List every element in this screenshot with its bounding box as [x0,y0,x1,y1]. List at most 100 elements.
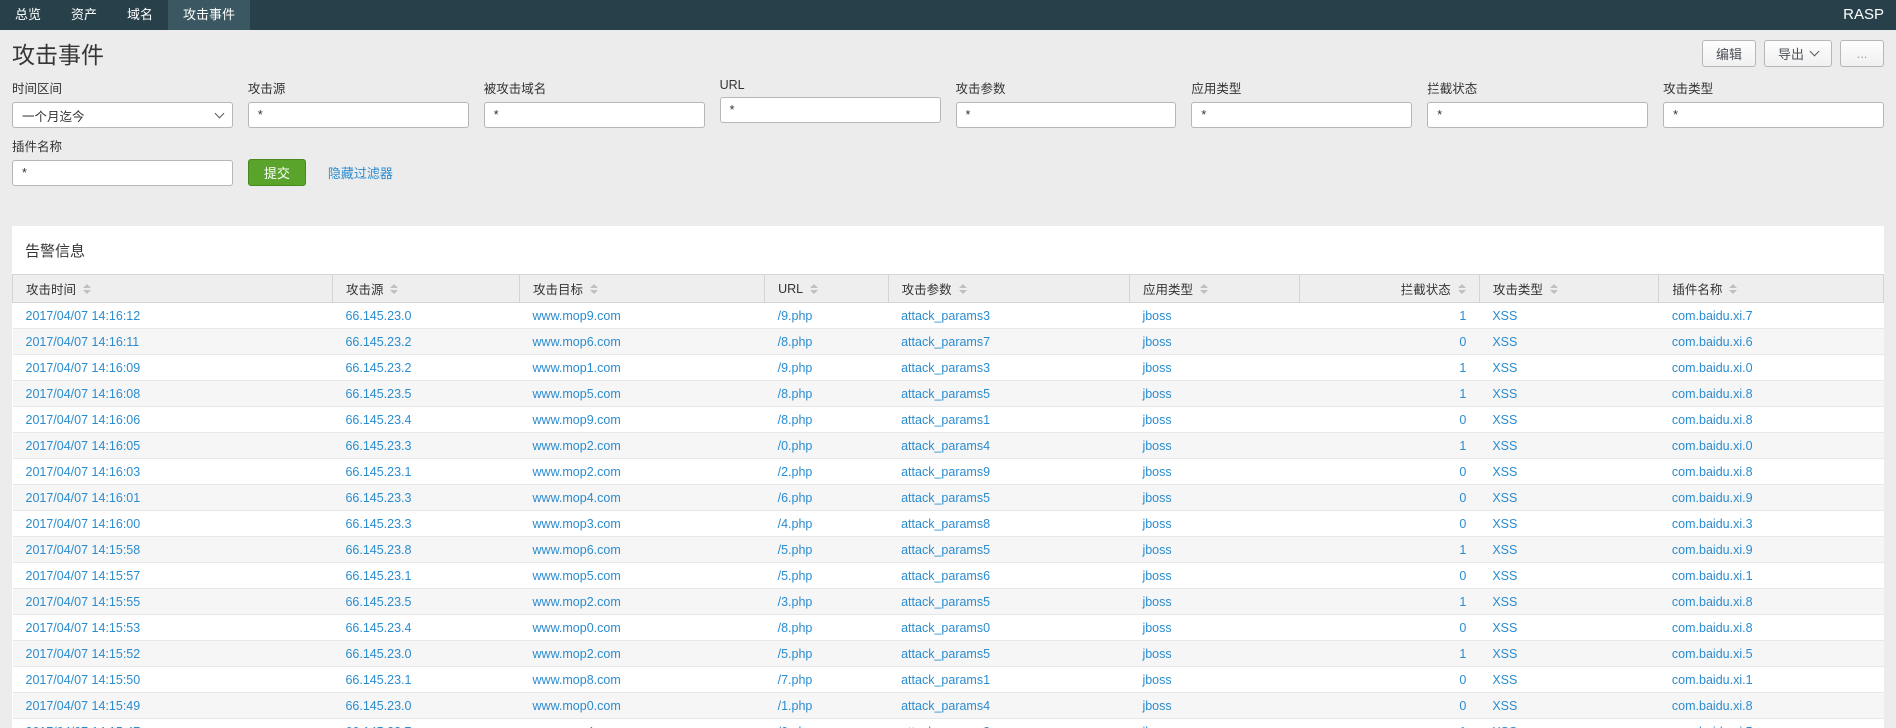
cell-link-block-status[interactable]: 1 [1459,647,1466,661]
cell-link-attack-type[interactable]: XSS [1492,465,1517,479]
cell-link-attack-target[interactable]: www.mop8.com [533,673,621,687]
cell-link-url[interactable]: /8.php [778,335,813,349]
cell-link-plugin-name[interactable]: com.baidu.xi.8 [1672,621,1753,635]
cell-link-attack-source[interactable]: 66.145.23.5 [345,387,411,401]
cell-link-app-type[interactable]: jboss [1142,699,1171,713]
cell-link-attack-type[interactable]: XSS [1492,543,1517,557]
cell-link-attack-time[interactable]: 2017/04/07 14:16:05 [26,439,141,453]
cell-link-attack-target[interactable]: www.mop5.com [533,569,621,583]
cell-link-url[interactable]: /1.php [778,699,813,713]
cell-link-attack-source[interactable]: 66.145.23.3 [345,439,411,453]
cell-link-attack-time[interactable]: 2017/04/07 14:15:49 [26,699,141,713]
cell-link-block-status[interactable]: 0 [1459,413,1466,427]
cell-link-attack-params[interactable]: attack_params4 [901,439,990,453]
cell-link-block-status[interactable]: 1 [1459,543,1466,557]
cell-link-url[interactable]: /8.php [778,413,813,427]
cell-link-attack-type[interactable]: XSS [1492,569,1517,583]
cell-link-attack-params[interactable]: attack_params7 [901,335,990,349]
cell-link-plugin-name[interactable]: com.baidu.xi.8 [1672,465,1753,479]
cell-link-block-status[interactable]: 0 [1459,335,1466,349]
cell-link-attack-time[interactable]: 2017/04/07 14:16:09 [26,361,141,375]
cell-link-attack-type[interactable]: XSS [1492,335,1517,349]
cell-link-attack-type[interactable]: XSS [1492,361,1517,375]
cell-link-attack-time[interactable]: 2017/04/07 14:16:12 [26,309,141,323]
cell-link-attack-source[interactable]: 66.145.23.0 [345,699,411,713]
cell-link-app-type[interactable]: jboss [1142,465,1171,479]
filter-plugin-name-input[interactable] [12,160,233,186]
cell-link-attack-source[interactable]: 66.145.23.0 [345,309,411,323]
nav-tab-attack-events[interactable]: 攻击事件 [168,0,250,30]
cell-link-attack-target[interactable]: www.mop4.com [533,491,621,505]
submit-button[interactable]: 提交 [248,159,306,186]
cell-link-attack-target[interactable]: www.mop6.com [533,335,621,349]
cell-link-attack-source[interactable]: 66.145.23.7 [345,725,411,728]
cell-link-plugin-name[interactable]: com.baidu.xi.0 [1672,439,1753,453]
cell-link-block-status[interactable]: 0 [1459,465,1466,479]
cell-link-attack-type[interactable]: XSS [1492,439,1517,453]
cell-link-attack-target[interactable]: www.mop6.com [533,543,621,557]
cell-link-block-status[interactable]: 0 [1459,673,1466,687]
cell-link-attack-target[interactable]: www.mop0.com [533,699,621,713]
cell-link-attack-params[interactable]: attack_params3 [901,361,990,375]
column-header-attack-source[interactable]: 攻击源 [332,275,519,303]
cell-link-app-type[interactable]: jboss [1142,543,1171,557]
cell-link-attack-source[interactable]: 66.145.23.5 [345,595,411,609]
cell-link-attack-type[interactable]: XSS [1492,725,1517,728]
column-header-attack-time[interactable]: 攻击时间 [13,275,333,303]
cell-link-block-status[interactable]: 1 [1459,309,1466,323]
cell-link-attack-time[interactable]: 2017/04/07 14:16:01 [26,491,141,505]
cell-link-app-type[interactable]: jboss [1142,569,1171,583]
cell-link-attack-params[interactable]: attack_params5 [901,543,990,557]
filter-attack-type-input[interactable] [1663,102,1884,128]
cell-link-url[interactable]: /9.php [778,361,813,375]
cell-link-attack-params[interactable]: attack_params6 [901,569,990,583]
cell-link-app-type[interactable]: jboss [1142,361,1171,375]
cell-link-attack-time[interactable]: 2017/04/07 14:15:52 [26,647,141,661]
cell-link-block-status[interactable]: 1 [1459,725,1466,728]
cell-link-attack-type[interactable]: XSS [1492,491,1517,505]
cell-link-plugin-name[interactable]: com.baidu.xi.8 [1672,699,1753,713]
cell-link-attack-source[interactable]: 66.145.23.3 [345,517,411,531]
cell-link-attack-source[interactable]: 66.145.23.3 [345,491,411,505]
cell-link-plugin-name[interactable]: com.baidu.xi.6 [1672,335,1753,349]
cell-link-app-type[interactable]: jboss [1142,595,1171,609]
cell-link-block-status[interactable]: 0 [1459,517,1466,531]
cell-link-attack-time[interactable]: 2017/04/07 14:15:55 [26,595,141,609]
cell-link-attack-type[interactable]: XSS [1492,309,1517,323]
nav-tab-assets[interactable]: 资产 [56,0,112,30]
cell-link-attack-time[interactable]: 2017/04/07 14:15:47 [26,725,141,728]
cell-link-block-status[interactable]: 1 [1459,439,1466,453]
cell-link-block-status[interactable]: 1 [1459,361,1466,375]
cell-link-plugin-name[interactable]: com.baidu.xi.9 [1672,543,1753,557]
cell-link-attack-type[interactable]: XSS [1492,621,1517,635]
cell-link-app-type[interactable]: jboss [1142,439,1171,453]
nav-tab-overview[interactable]: 总览 [0,0,56,30]
cell-link-app-type[interactable]: jboss [1142,309,1171,323]
cell-link-plugin-name[interactable]: com.baidu.xi.1 [1672,569,1753,583]
column-header-url[interactable]: URL [765,275,888,303]
cell-link-app-type[interactable]: jboss [1142,725,1171,728]
cell-link-attack-params[interactable]: attack_params5 [901,387,990,401]
cell-link-attack-source[interactable]: 66.145.23.0 [345,647,411,661]
column-header-attack-params[interactable]: 攻击参数 [888,275,1129,303]
cell-link-url[interactable]: /8.php [778,387,813,401]
cell-link-attack-type[interactable]: XSS [1492,517,1517,531]
cell-link-attack-target[interactable]: www.mop1.com [533,361,621,375]
cell-link-attack-target[interactable]: www.mop2.com [533,439,621,453]
cell-link-url[interactable]: /4.php [778,517,813,531]
cell-link-attack-type[interactable]: XSS [1492,413,1517,427]
filter-attack-source-input[interactable] [248,102,469,128]
cell-link-url[interactable]: /8.php [778,621,813,635]
cell-link-url[interactable]: /0.php [778,439,813,453]
cell-link-attack-source[interactable]: 66.145.23.1 [345,569,411,583]
cell-link-attack-time[interactable]: 2017/04/07 14:15:50 [26,673,141,687]
cell-link-attack-target[interactable]: www.mop9.com [533,413,621,427]
cell-link-attack-params[interactable]: attack_params1 [901,673,990,687]
cell-link-url[interactable]: /5.php [778,569,813,583]
cell-link-attack-type[interactable]: XSS [1492,699,1517,713]
column-header-attack-target[interactable]: 攻击目标 [520,275,765,303]
cell-link-block-status[interactable]: 0 [1459,621,1466,635]
edit-button[interactable]: 编辑 [1702,40,1756,67]
cell-link-attack-params[interactable]: attack_params8 [901,725,990,728]
cell-link-attack-time[interactable]: 2017/04/07 14:15:58 [26,543,141,557]
